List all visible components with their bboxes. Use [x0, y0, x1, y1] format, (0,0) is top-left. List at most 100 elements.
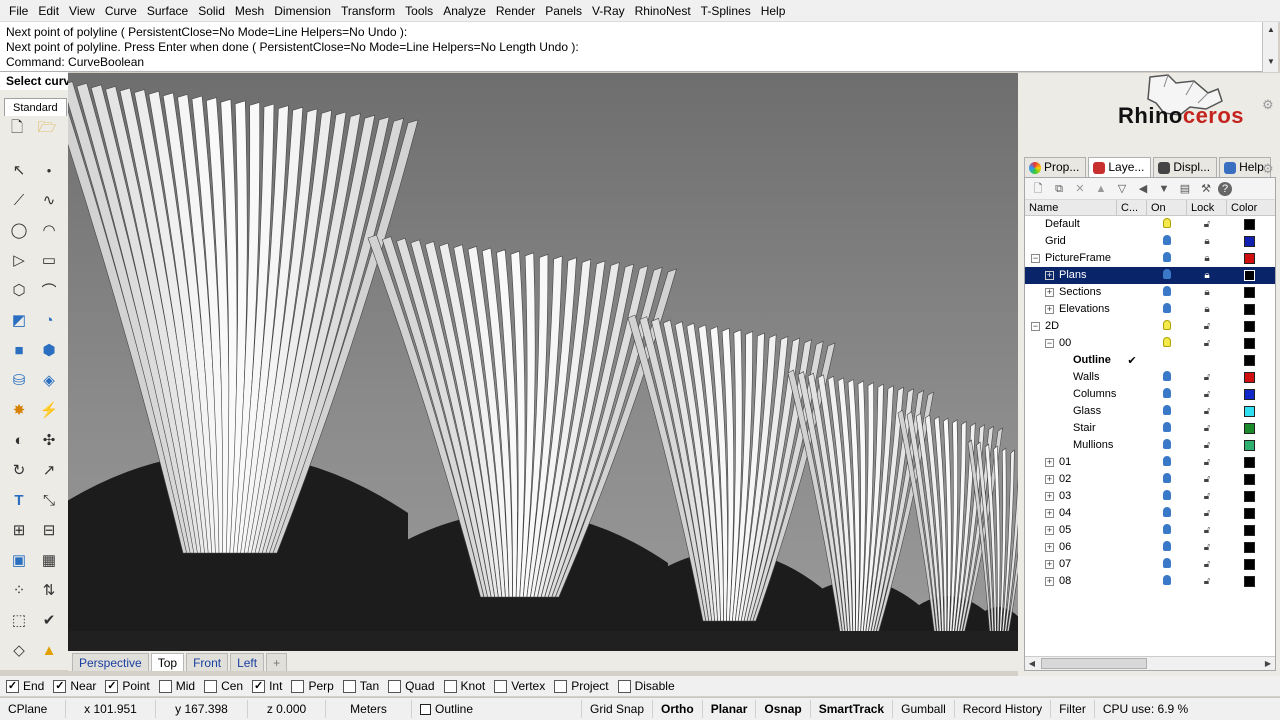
layer-color-cell[interactable]: [1227, 287, 1271, 298]
move-up-icon[interactable]: ▲: [1092, 180, 1110, 198]
menu-solid[interactable]: Solid: [193, 0, 230, 22]
tab-perspective[interactable]: Perspective: [72, 653, 149, 671]
unlock-icon[interactable]: 🔓︎: [1187, 338, 1227, 349]
box-icon[interactable]: ■: [6, 338, 32, 362]
osnap-knot[interactable]: Knot: [443, 679, 485, 693]
expand-icon[interactable]: +: [1045, 475, 1054, 484]
layer-color-cell[interactable]: [1227, 372, 1271, 383]
gear-tool-icon[interactable]: ✸: [6, 398, 32, 422]
layer-row-mullions[interactable]: Mullions 🔓︎: [1025, 437, 1275, 454]
layer-on-toggle[interactable]: [1147, 524, 1187, 537]
circle-icon[interactable]: ◯: [6, 218, 32, 242]
collapse-icon[interactable]: −: [1031, 254, 1040, 263]
triangle-icon[interactable]: ▷: [6, 248, 32, 272]
unlock-icon[interactable]: 🔓︎: [1187, 474, 1227, 485]
grid-array-icon[interactable]: ⁘: [6, 578, 32, 602]
osnap-int[interactable]: ✓ Int: [252, 679, 282, 693]
layer-name-cell[interactable]: −2D: [1025, 318, 1117, 335]
layer-row-06[interactable]: +06 🔓︎: [1025, 539, 1275, 556]
menu-surface[interactable]: Surface: [142, 0, 193, 22]
layer-on-toggle[interactable]: [1147, 422, 1187, 435]
column-current[interactable]: C...: [1117, 200, 1147, 215]
expand-icon[interactable]: +: [1045, 526, 1054, 535]
add-viewport-tab[interactable]: +: [266, 653, 288, 671]
select-arrow-icon[interactable]: ↖: [6, 158, 32, 182]
unlock-icon[interactable]: 🔓︎: [1187, 321, 1227, 332]
layer-color-cell[interactable]: [1227, 406, 1271, 417]
osnap-checkbox[interactable]: [158, 679, 172, 693]
expand-icon[interactable]: +: [1045, 543, 1054, 552]
array-icon[interactable]: ⊞: [6, 518, 32, 542]
menu-v-ray[interactable]: V-Ray: [587, 0, 630, 22]
menu-edit[interactable]: Edit: [33, 0, 64, 22]
menu-rhinonest[interactable]: RhinoNest: [630, 0, 696, 22]
osnap-disable[interactable]: Disable: [617, 679, 675, 693]
unlock-icon[interactable]: 🔓︎: [1187, 440, 1227, 451]
layer-row-01[interactable]: +01 🔓︎: [1025, 454, 1275, 471]
rectangle-icon[interactable]: ▭: [36, 248, 62, 272]
tab-display[interactable]: Displ...: [1153, 157, 1218, 177]
point-icon[interactable]: ●: [36, 158, 62, 182]
tab-properties[interactable]: Prop...: [1024, 157, 1087, 177]
light-icon[interactable]: ▲: [36, 638, 62, 662]
layer-on-toggle[interactable]: [1147, 371, 1187, 384]
layer-row-default[interactable]: Default 🔓︎: [1025, 216, 1275, 233]
layer-row-02[interactable]: +02 🔓︎: [1025, 471, 1275, 488]
rotate-icon[interactable]: ↻: [6, 458, 32, 482]
layer-name-cell[interactable]: Walls: [1025, 369, 1117, 386]
layer-on-toggle[interactable]: [1147, 490, 1187, 503]
boolean-icon[interactable]: ◐: [6, 428, 32, 452]
mesh-icon[interactable]: ◈: [36, 368, 62, 392]
toolbar-tab-standard[interactable]: Standard: [4, 98, 67, 116]
tab-top[interactable]: Top: [150, 653, 185, 671]
polygon-icon[interactable]: ⬡: [6, 278, 32, 302]
analyze-icon[interactable]: ⬚: [6, 608, 32, 632]
new-file-icon[interactable]: 🗋: [6, 118, 28, 140]
expand-icon[interactable]: +: [1045, 560, 1054, 569]
layer-row-sections[interactable]: + Sections 🔒︎: [1025, 284, 1275, 301]
scroll-down-icon[interactable]: ▼: [1264, 56, 1278, 68]
unlock-icon[interactable]: 🔓︎: [1187, 372, 1227, 383]
layer-row-07[interactable]: +07 🔓︎: [1025, 556, 1275, 573]
menu-mesh[interactable]: Mesh: [230, 0, 269, 22]
column-color[interactable]: Color: [1227, 200, 1271, 215]
layer-name-cell[interactable]: + Plans: [1025, 267, 1117, 284]
osnap-checkbox[interactable]: [554, 679, 568, 693]
layer-name-cell[interactable]: +06: [1025, 539, 1117, 556]
layer-name-cell[interactable]: +08: [1025, 573, 1117, 590]
layer-on-toggle[interactable]: [1147, 218, 1187, 231]
osnap-cen[interactable]: Cen: [204, 679, 243, 693]
osnap-checkbox[interactable]: [494, 679, 508, 693]
command-scrollbar[interactable]: ▲ ▼: [1262, 22, 1278, 72]
osnap-checkbox[interactable]: [342, 679, 356, 693]
osnap-checkbox[interactable]: ✓: [53, 679, 67, 693]
layer-color-cell[interactable]: [1227, 355, 1271, 366]
move-parent-icon[interactable]: ◀: [1134, 180, 1152, 198]
tools-icon[interactable]: ⚒: [1197, 180, 1215, 198]
unlock-icon[interactable]: 🔓︎: [1187, 576, 1227, 587]
osnap-near[interactable]: ✓ Near: [53, 679, 96, 693]
layer-row-grid[interactable]: Grid 🔒︎: [1025, 233, 1275, 250]
surface-icon[interactable]: ◩: [6, 308, 32, 332]
layer-name-cell[interactable]: +07: [1025, 556, 1117, 573]
layer-on-toggle[interactable]: [1147, 473, 1187, 486]
layer-name-cell[interactable]: Default: [1025, 216, 1117, 233]
layer-on-toggle[interactable]: [1147, 507, 1187, 520]
layer-on-toggle[interactable]: [1147, 337, 1187, 350]
layer-name-cell[interactable]: + Sections: [1025, 284, 1117, 301]
expand-icon[interactable]: +: [1045, 577, 1054, 586]
menu-t-splines[interactable]: T-Splines: [696, 0, 756, 22]
align-icon[interactable]: ⇅: [36, 578, 62, 602]
expand-icon[interactable]: +: [1045, 492, 1054, 501]
new-sublayer-icon[interactable]: ⧉: [1050, 180, 1068, 198]
scroll-right-icon[interactable]: ▶: [1261, 657, 1275, 670]
osnap-project[interactable]: Project: [554, 679, 609, 693]
planar-toggle[interactable]: Planar: [703, 700, 757, 718]
layer-on-toggle[interactable]: [1147, 235, 1187, 248]
osnap-quad[interactable]: Quad: [388, 679, 435, 693]
layer-row-elevations[interactable]: + Elevations 🔒︎: [1025, 301, 1275, 318]
layer-color-cell[interactable]: [1227, 253, 1271, 264]
layer-color-cell[interactable]: [1227, 542, 1271, 553]
menu-render[interactable]: Render: [491, 0, 540, 22]
render-icon[interactable]: ◇: [6, 638, 32, 662]
